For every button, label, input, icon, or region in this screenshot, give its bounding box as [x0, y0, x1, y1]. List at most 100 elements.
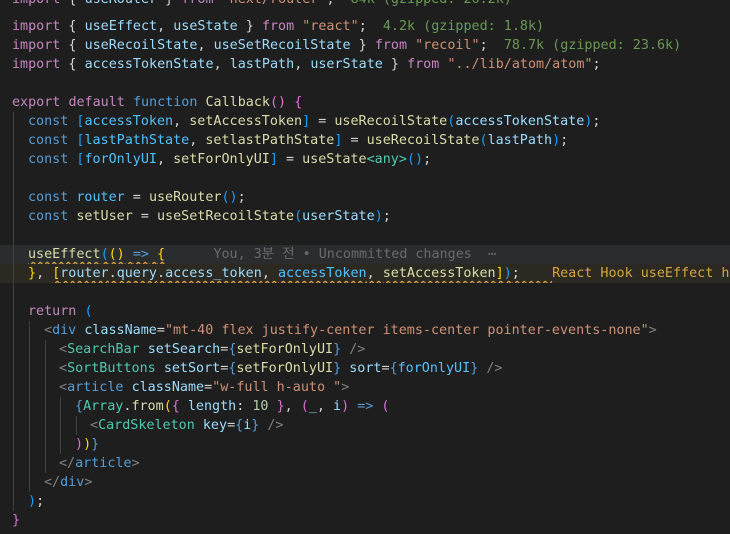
code-token: , — [366, 266, 383, 281]
code-token: /> — [486, 361, 503, 376]
code-token: accessToken — [277, 266, 367, 281]
line-text: <div className="mt-40 flex justify-cente… — [44, 321, 657, 340]
code-token: ( — [381, 399, 390, 414]
code-token: { — [60, 0, 84, 7]
line-text: useEffect(() => { You, 3분 전 • Uncommitte… — [28, 245, 496, 264]
code-token: { — [294, 95, 303, 110]
code-token: Array — [83, 399, 124, 414]
code-token: ) — [503, 266, 512, 281]
line-text: const [lastPathState, setlastPathState] … — [28, 131, 568, 150]
code-token: ( — [300, 399, 309, 414]
code-token: default — [68, 95, 125, 110]
code-token: = — [156, 323, 165, 338]
code-token: useSetRecoilState — [157, 209, 295, 224]
code-token: setlastPathState — [205, 133, 335, 148]
code-line-11: const router = useRouter(); — [0, 188, 730, 207]
code-token: userState — [310, 57, 383, 72]
code-token: } — [28, 266, 37, 281]
code-token: sort — [349, 361, 382, 376]
code-token: _ — [308, 399, 317, 414]
code-token: setForOnlyUI — [236, 361, 334, 376]
code-token: length — [187, 399, 237, 414]
code-token: setUser — [76, 209, 133, 224]
code-token: = — [132, 209, 157, 224]
code-token: () — [406, 152, 424, 167]
code-token: from — [181, 0, 213, 7]
code-token: useEffect — [28, 247, 101, 262]
code-token: ; — [382, 209, 391, 224]
code-token: article — [67, 380, 124, 395]
code-token: = — [277, 152, 303, 167]
code-token: ] — [495, 266, 504, 281]
code-token: router — [60, 266, 109, 281]
line-text: <article className="w-full h-auto "> — [59, 378, 349, 397]
code-token: useRecoilState — [366, 133, 480, 148]
code-token: < — [59, 361, 68, 376]
code-token: ; — [358, 19, 383, 34]
code-line-16 — [0, 283, 730, 302]
code-token: CardSkeleton — [98, 418, 195, 433]
code-line-15-warning[interactable]: }, [router.query.access_token, accessTok… — [0, 264, 730, 283]
code-token: => — [357, 399, 374, 414]
code-line-8: const [lastPathState, setlastPathState] … — [0, 131, 730, 150]
code-token: > — [131, 456, 140, 471]
code-token: ; — [36, 494, 45, 509]
line-text: ); — [28, 492, 44, 511]
code-token: () — [270, 95, 287, 110]
code-token: { — [235, 418, 244, 433]
code-token: > — [648, 323, 657, 338]
code-line-26: </div> — [0, 473, 730, 492]
code-token: { — [60, 19, 85, 34]
code-token: /> — [349, 342, 366, 357]
code-token: "mt-40 flex justify-center items-center … — [164, 323, 649, 338]
code-token: = — [342, 133, 367, 148]
code-token: } — [157, 0, 181, 7]
code-token: i — [333, 399, 342, 414]
code-token: const — [28, 152, 69, 167]
code-token: ( — [479, 133, 488, 148]
code-token: "../lib/atom/atom" — [447, 57, 593, 72]
line-text: const setUser = useSetRecoilState(userSt… — [28, 207, 391, 226]
line-text: import { useEffect, useState } from "rea… — [12, 17, 544, 36]
code-token: , — [213, 57, 230, 72]
code-token: useState — [173, 19, 238, 34]
code-token: ( — [294, 209, 303, 224]
code-token: ; — [592, 114, 601, 129]
code-token: , — [261, 266, 278, 281]
code-token: useRecoilState — [334, 114, 448, 129]
code-line-23: <CardSkeleton key={i} /> — [0, 416, 730, 435]
code-token: accessTokenState — [84, 57, 214, 72]
code-token: { — [75, 399, 84, 414]
code-token: setForOnlyUI — [236, 342, 334, 357]
code-token: = — [204, 380, 213, 395]
code-token: </ — [44, 475, 61, 490]
code-token: import — [12, 38, 61, 53]
line-text: {Array.from({ length: 10 }, (_, i) => ( — [75, 397, 389, 416]
code-token: < — [90, 418, 99, 433]
git-blame-annotation: You, 3분 전 • Uncommitted changes ⋯ — [213, 247, 497, 262]
code-token: = — [381, 361, 390, 376]
code-token: function — [132, 95, 198, 110]
code-token: article — [75, 456, 132, 471]
code-line-21: <article className="w-full h-auto "> — [0, 378, 730, 397]
code-token: , — [197, 38, 214, 53]
code-editor[interactable]: import { useRouter } from "next/router";… — [0, 0, 730, 534]
code-token: } — [276, 399, 285, 414]
code-line-14-current[interactable]: useEffect(() => { You, 3분 전 • Uncommitte… — [0, 245, 730, 264]
code-token: } — [12, 513, 21, 528]
code-token: import — [12, 57, 61, 72]
code-token: forOnlyUI — [84, 152, 157, 167]
line-text: <SortButtons setSort ={setForOnlyUI} sort… — [59, 359, 502, 378]
line-text: return ( — [28, 302, 93, 321]
code-line-27: ); — [0, 492, 730, 511]
code-token: "react" — [302, 19, 359, 34]
line-text: <SearchBar setSearch={setForOnlyUI} /> — [59, 340, 365, 359]
code-token: setForOnlyUI — [173, 152, 270, 167]
code-token: forOnlyUI — [397, 361, 471, 376]
code-token: { — [60, 38, 85, 53]
code-line-12: const setUser = useSetRecoilState(userSt… — [0, 207, 730, 226]
